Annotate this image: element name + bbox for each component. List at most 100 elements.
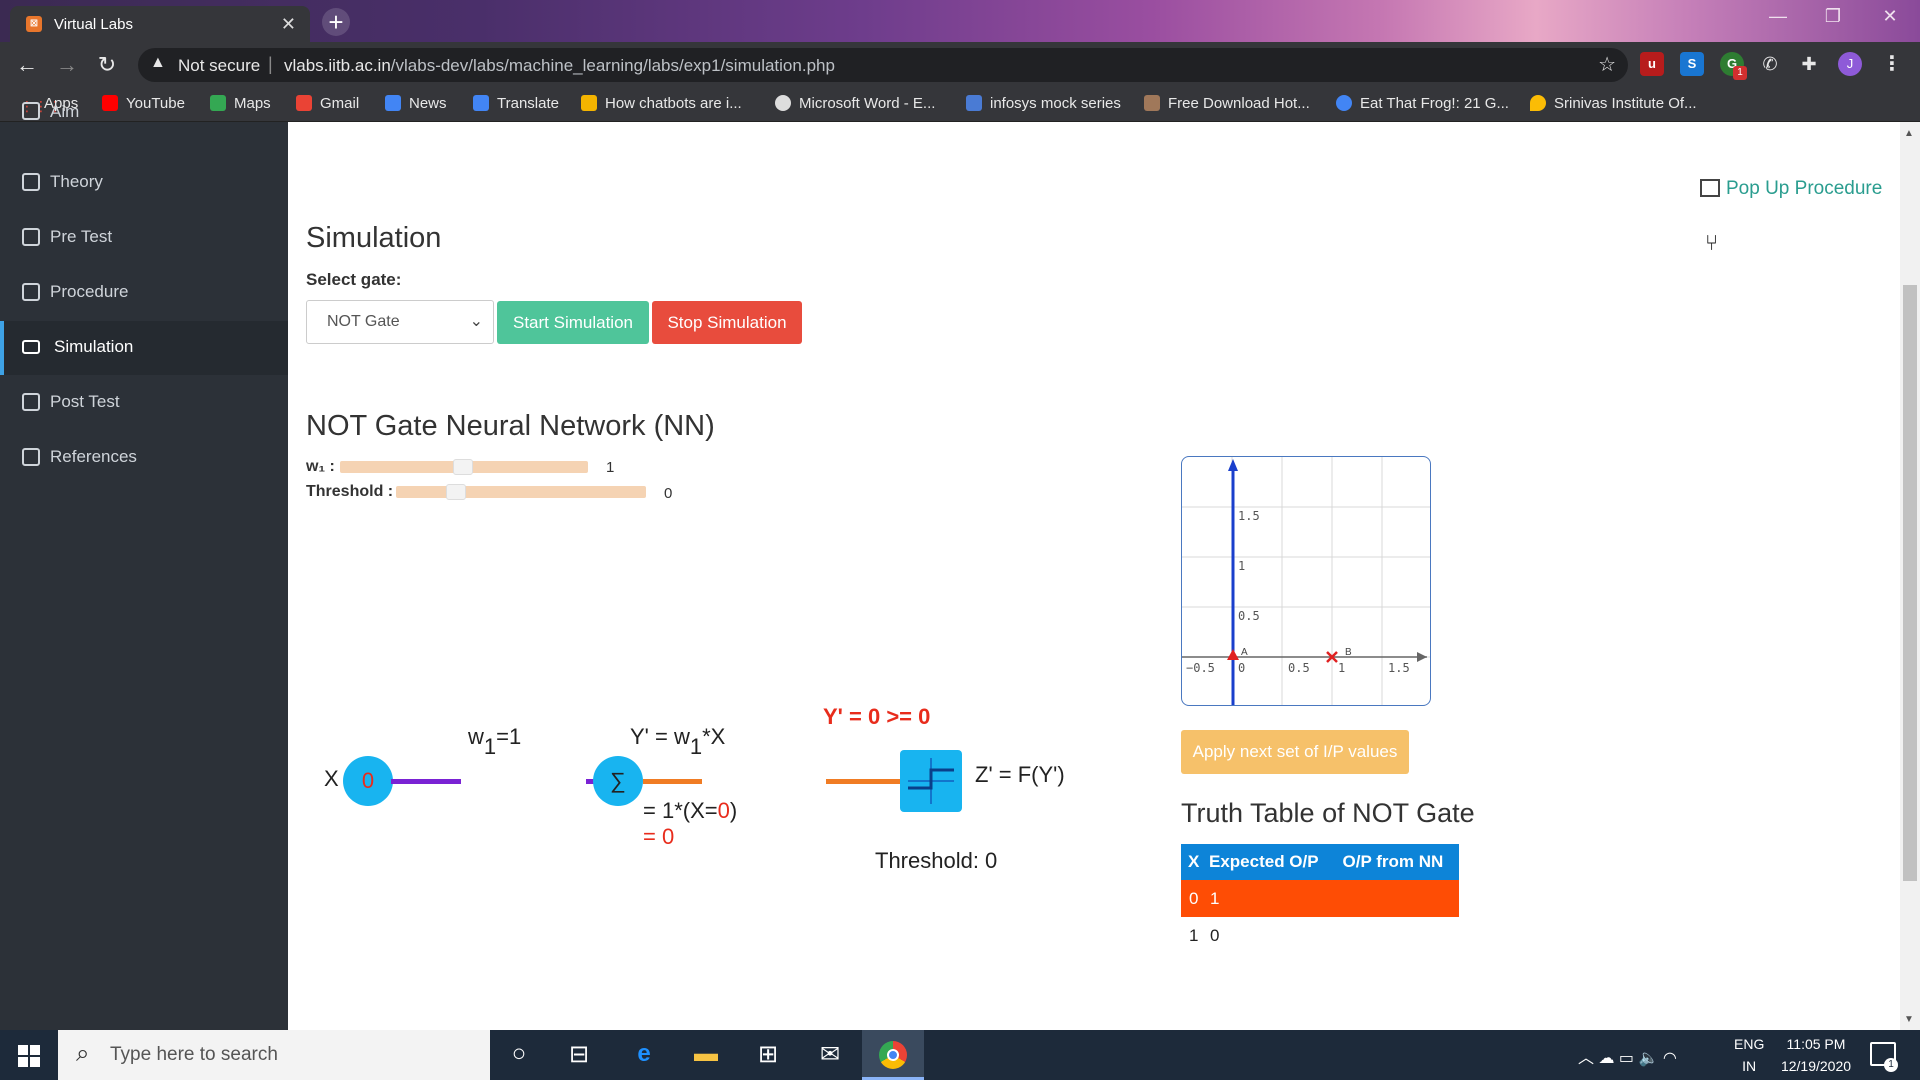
bookmark-word[interactable]: Microsoft Word - E...: [775, 95, 935, 112]
address-bar[interactable]: ▲ Not secure | vlabs.iitb.ac.in/vlabs-de…: [138, 48, 1628, 82]
bookmark-news[interactable]: News: [385, 95, 447, 112]
sidebar-item-simulation[interactable]: Simulation: [0, 321, 288, 375]
download-icon: [1144, 95, 1160, 111]
bookmark-srinivas[interactable]: Srinivas Institute Of...: [1530, 95, 1697, 112]
bookmark-chatbots[interactable]: How chatbots are i...: [581, 95, 742, 112]
calc-x-value: 0: [717, 798, 730, 823]
phone-extension-icon[interactable]: ✆: [1758, 52, 1782, 76]
scrollbar-thumb[interactable]: [1903, 285, 1917, 881]
s-extension-icon[interactable]: S: [1680, 52, 1704, 76]
fork-icon[interactable]: ⑂: [1705, 230, 1718, 256]
windows-start-icon[interactable]: [18, 1045, 40, 1067]
task-view-icon[interactable]: ⊟: [563, 1040, 595, 1070]
sidebar-item-label: Post Test: [50, 392, 120, 411]
nn-title: NOT Gate Neural Network (NN): [306, 410, 715, 442]
calc-prefix: = 1*(X=: [643, 798, 718, 823]
bookmark-label: Gmail: [320, 95, 360, 112]
bookmark-gmail[interactable]: Gmail: [296, 95, 359, 112]
stop-simulation-button[interactable]: Stop Simulation: [652, 301, 802, 344]
document-icon: [22, 102, 40, 120]
cell-nn-output: [1336, 917, 1459, 954]
extensions-puzzle-icon[interactable]: ✚: [1797, 52, 1821, 76]
ublock-extension-icon[interactable]: u: [1640, 52, 1664, 76]
minimize-icon[interactable]: —: [1758, 6, 1798, 27]
y-tick: 1: [1238, 559, 1245, 573]
header-expected: Expected O/P: [1202, 844, 1336, 880]
gate-select[interactable]: NOT Gate ⌄: [306, 300, 494, 344]
popup-procedure-link[interactable]: Pop Up Procedure: [1700, 178, 1882, 200]
bookmark-eat-that-frog[interactable]: Eat That Frog!: 21 G...: [1336, 95, 1509, 112]
y-equation-subscript: 1: [689, 734, 703, 759]
sidebar-item-post-test[interactable]: Post Test: [0, 376, 288, 430]
tab-close-icon[interactable]: ✕: [281, 14, 296, 35]
store-icon[interactable]: ⊞: [752, 1040, 784, 1070]
bookmark-label: How chatbots are i...: [605, 95, 742, 112]
page-title: Simulation: [306, 222, 442, 254]
header-x: X: [1181, 844, 1202, 880]
menu-kebab-icon[interactable]: ⋮: [1880, 52, 1904, 76]
sum-output-connector: [643, 779, 702, 784]
sidebar-item-theory[interactable]: Theory: [0, 156, 288, 210]
sidebar-item-references[interactable]: References: [0, 431, 288, 485]
start-simulation-button[interactable]: Start Simulation: [497, 301, 649, 344]
truth-table-header: X Expected O/P O/P from NN: [1181, 844, 1459, 880]
lang-top: ENG: [1734, 1036, 1765, 1052]
truth-table: X Expected O/P O/P from NN 0 1 1 0: [1181, 844, 1459, 954]
extension-badge: 1: [1733, 66, 1747, 80]
apply-next-inputs-button[interactable]: Apply next set of I/P values: [1181, 730, 1409, 774]
taskbar-search[interactable]: ⌕ Type here to search: [58, 1030, 490, 1080]
w1-slider-thumb[interactable]: [453, 459, 473, 475]
bookmark-free-download[interactable]: Free Download Hot...: [1144, 95, 1310, 112]
sidebar-item-procedure[interactable]: Procedure: [0, 266, 288, 320]
calculation-text: = 1*(X=0): [643, 798, 737, 824]
cortana-icon[interactable]: ○: [503, 1040, 535, 1070]
summation-node: ∑: [593, 756, 643, 806]
weight-label: w1=1: [468, 724, 521, 760]
profile-avatar[interactable]: J: [1838, 52, 1862, 76]
x-tick: 1.5: [1388, 661, 1410, 675]
not-secure-label[interactable]: Not secure: [178, 56, 260, 76]
language-indicator[interactable]: ENG IN: [1734, 1036, 1764, 1074]
file-explorer-icon[interactable]: ▬: [690, 1040, 722, 1070]
chrome-taskbar-button[interactable]: [862, 1030, 924, 1080]
document-icon: [22, 448, 40, 466]
truth-table-title: Truth Table of NOT Gate: [1181, 798, 1475, 828]
reload-icon[interactable]: ↻: [92, 52, 122, 78]
calculation-result: = 0: [643, 824, 675, 849]
sidebar-item-label: Procedure: [50, 282, 129, 301]
cell-nn-output: [1335, 880, 1459, 917]
new-tab-button[interactable]: +: [322, 8, 350, 36]
back-icon[interactable]: ←: [12, 52, 42, 78]
edge-icon[interactable]: e: [628, 1040, 660, 1070]
mail-icon[interactable]: ✉: [814, 1040, 846, 1070]
url-text[interactable]: vlabs.iitb.ac.in/vlabs-dev/labs/machine_…: [284, 56, 835, 76]
scroll-up-icon[interactable]: ▲: [1904, 128, 1914, 139]
restore-icon[interactable]: ❐: [1813, 6, 1853, 27]
laptop-icon: [22, 340, 40, 354]
sidebar-item-pre-test[interactable]: Pre Test: [0, 211, 288, 265]
step-function-node: [900, 750, 962, 812]
bookmark-star-icon[interactable]: ☆: [1598, 52, 1616, 77]
sidebar-item-label: Theory: [50, 172, 103, 191]
window-close-icon[interactable]: ✕: [1870, 6, 1910, 27]
chatbots-icon: [581, 95, 597, 111]
location-pin-icon: [1530, 95, 1546, 111]
cell-expected: 0: [1210, 925, 1220, 945]
forward-icon[interactable]: →: [52, 52, 82, 78]
bookmarks-bar: ⋮⋮⋮Apps YouTube Maps Gmail News Translat…: [0, 88, 1920, 122]
clock[interactable]: 11:05 PM 12/19/2020: [1773, 1036, 1859, 1074]
threshold-slider-thumb[interactable]: [446, 484, 466, 500]
select-gate-label: Select gate:: [306, 270, 402, 289]
document-icon: [22, 173, 40, 191]
scroll-down-icon[interactable]: ▼: [1904, 1014, 1914, 1025]
browser-tab[interactable]: ⊠ Virtual Labs ✕: [10, 6, 310, 42]
sidebar-item-aim[interactable]: Aim: [0, 100, 288, 128]
tray-icons[interactable]: ︿ ☁ ▭ 🔈 ◠: [1578, 1044, 1677, 1068]
x-input-label: X: [324, 766, 339, 791]
y-tick: 1.5: [1238, 509, 1260, 523]
bookmark-infosys[interactable]: infosys mock series: [966, 95, 1121, 112]
word-icon: [775, 95, 791, 111]
threshold-slider-track[interactable]: [396, 486, 646, 498]
bookmark-translate[interactable]: Translate: [473, 95, 559, 112]
bookmark-label: Free Download Hot...: [1168, 95, 1310, 112]
